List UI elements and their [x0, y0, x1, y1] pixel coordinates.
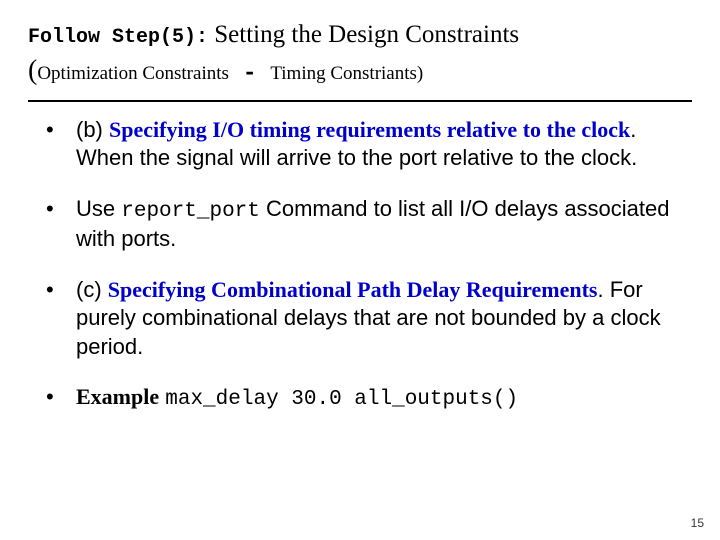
bullet-lead: (b) [76, 117, 109, 142]
subtitle-part2: Timing Constriants) [270, 63, 423, 84]
bullet-list: (b) Specifying I/O timing requirements r… [28, 116, 692, 414]
subtitle-dash: - [229, 60, 270, 86]
list-item: (c) Specifying Combinational Path Delay … [28, 276, 692, 362]
slide-title: Follow Step(5): Setting the Design Const… [28, 18, 692, 90]
paren-open: ( [28, 55, 37, 86]
divider [28, 100, 692, 102]
bullet-lead: Use [76, 196, 121, 221]
bullet-lead: (c) [76, 277, 108, 302]
bullet-emphasis: Specifying I/O timing requirements relat… [109, 117, 630, 142]
bullet-code: report_port [121, 200, 260, 223]
title-line-1: Follow Step(5): Setting the Design Const… [28, 18, 692, 52]
bullet-bold: Example [76, 384, 159, 409]
title-prefix: Follow Step(5): [28, 26, 208, 49]
slide: Follow Step(5): Setting the Design Const… [0, 0, 720, 540]
bullet-emphasis: Specifying Combinational Path Delay Requ… [108, 277, 598, 302]
title-line-2: (Optimization Constraints - Timing Const… [28, 52, 692, 90]
list-item: (b) Specifying I/O timing requirements r… [28, 116, 692, 173]
page-number: 15 [691, 516, 704, 530]
list-item: Example max_delay 30.0 all_outputs() [28, 383, 692, 413]
subtitle-part1: Optimization Constraints [37, 63, 229, 84]
list-item: Use report_port Command to list all I/O … [28, 195, 692, 254]
bullet-code: max_delay 30.0 all_outputs() [165, 388, 518, 411]
title-main: Setting the Design Constraints [208, 21, 519, 48]
